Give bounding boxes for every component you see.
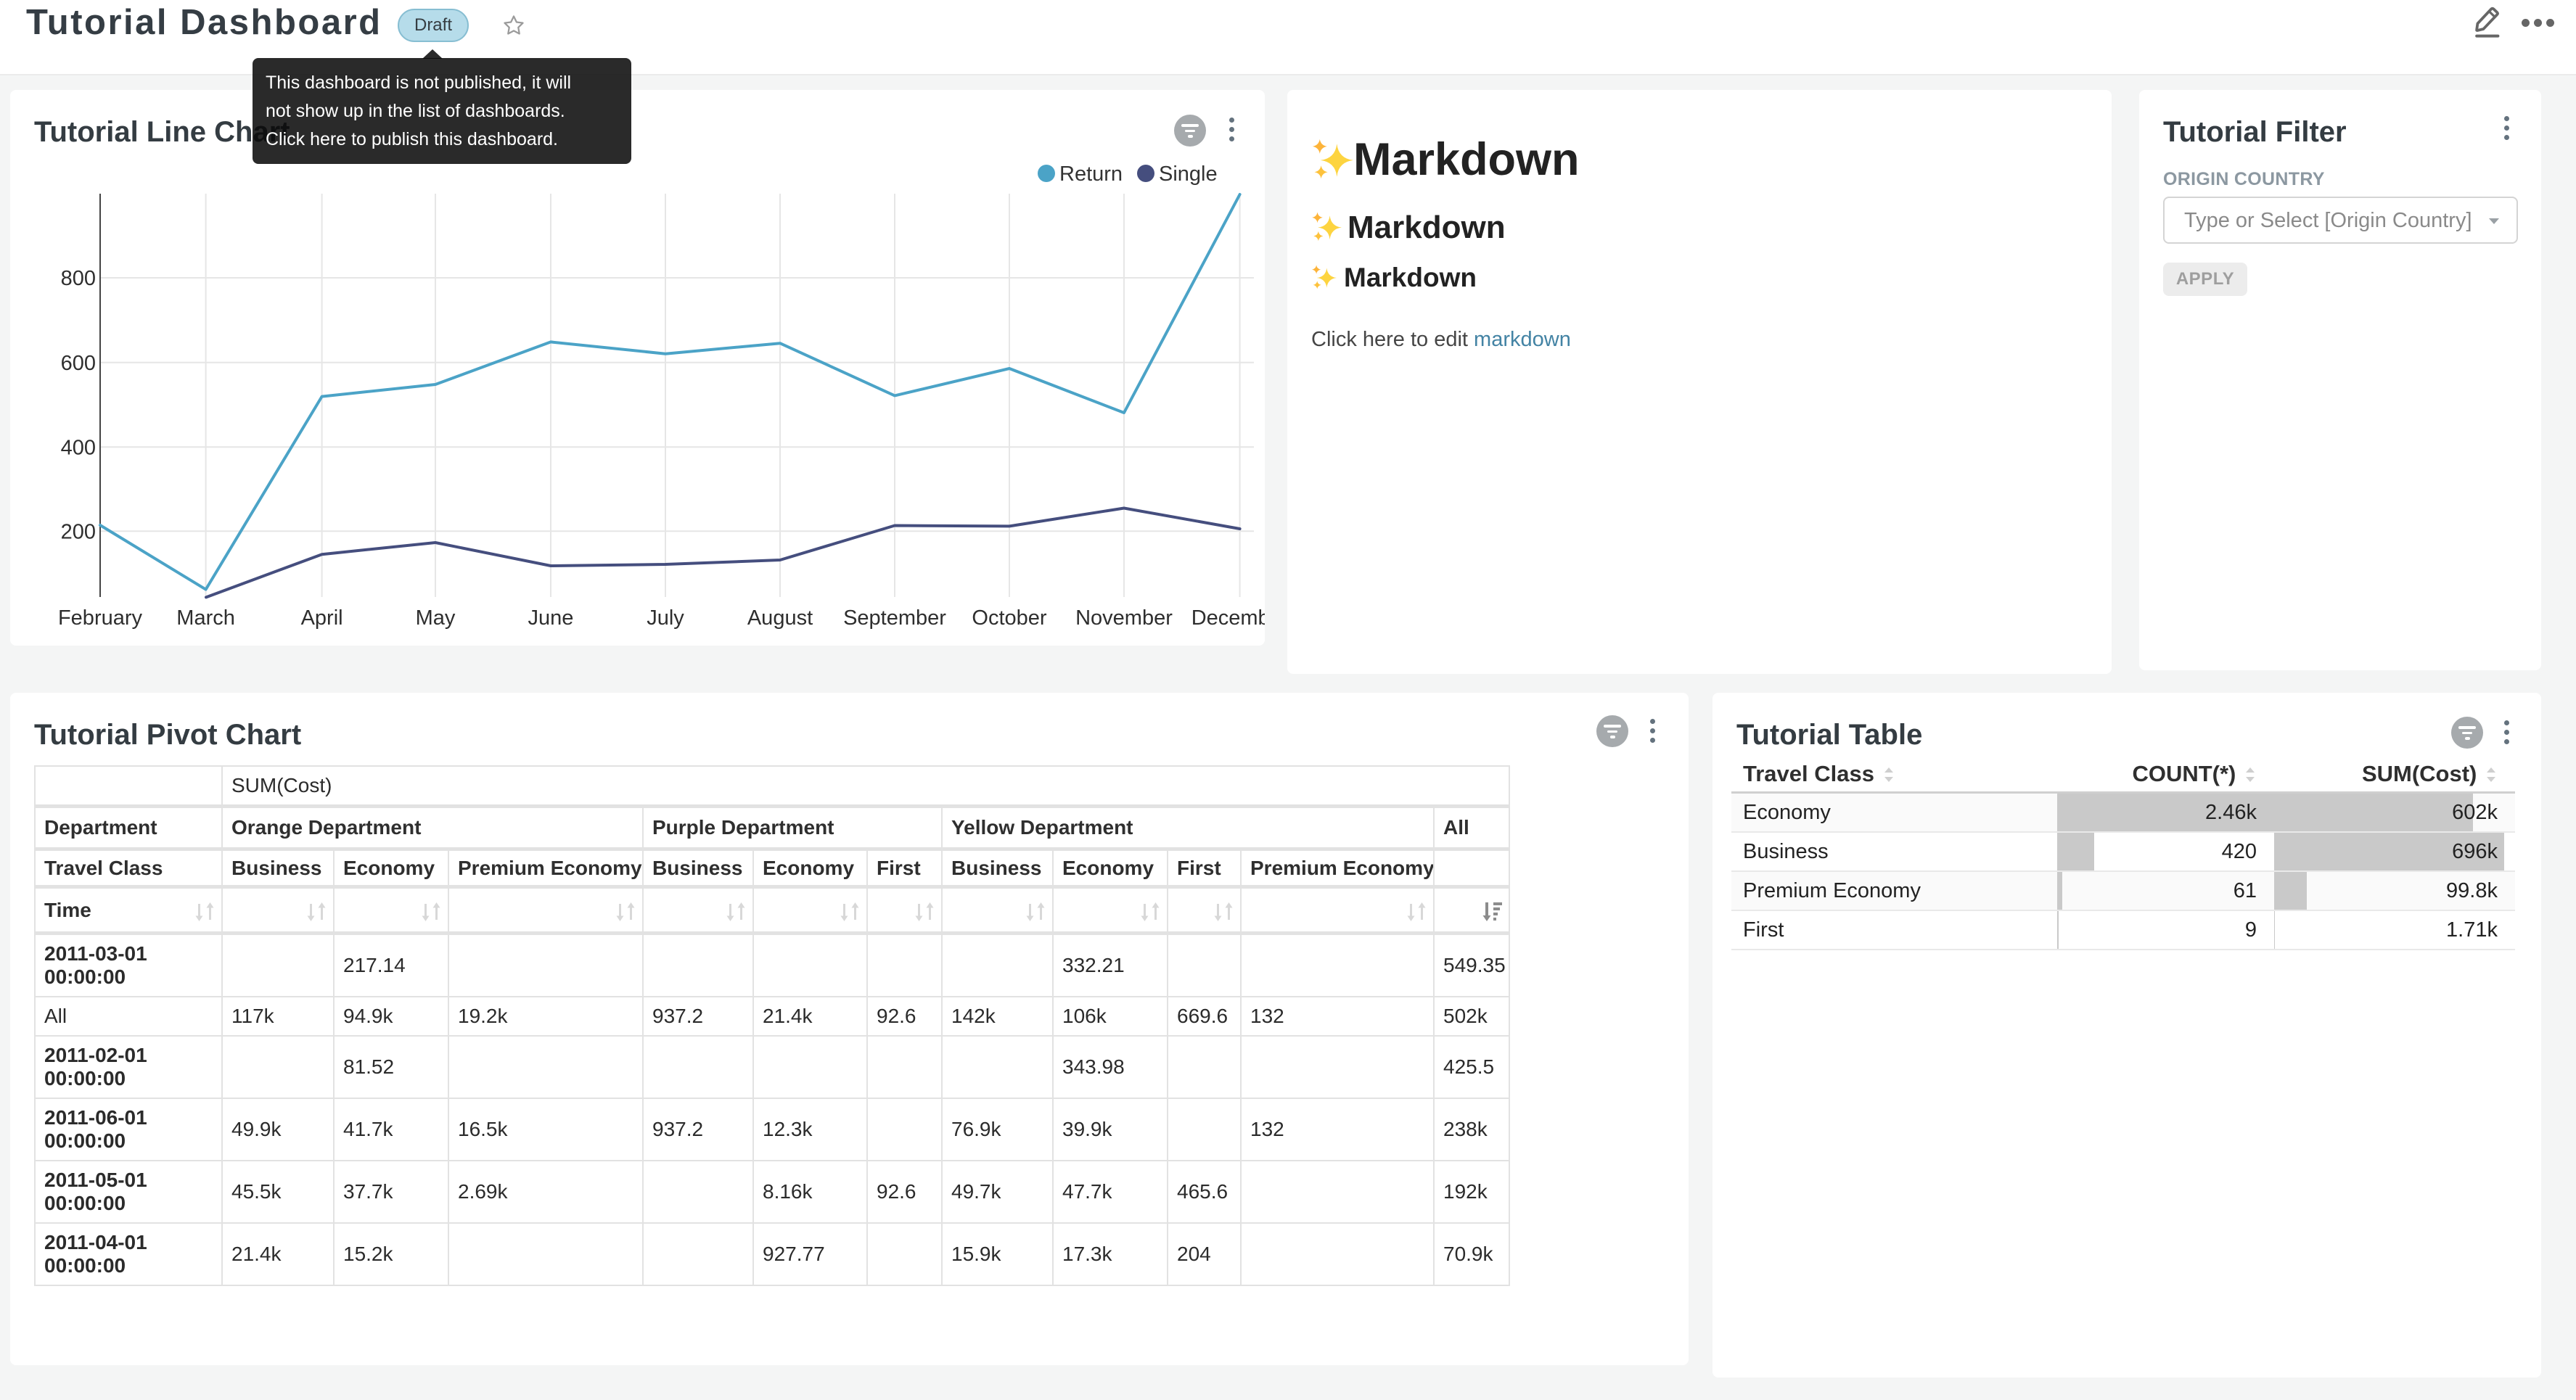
svg-text:July: July [647,606,684,630]
svg-text:June: June [528,606,574,630]
svg-text:200: 200 [61,520,96,543]
svg-text:400: 400 [61,436,96,459]
svg-text:September: September [843,606,946,630]
svg-text:May: May [416,606,456,630]
svg-text:600: 600 [61,352,96,375]
svg-text:800: 800 [61,267,96,290]
svg-text:Single: Single [1159,162,1218,186]
svg-text:August: August [747,606,813,630]
svg-text:February: February [58,606,143,630]
svg-text:November: November [1075,606,1173,630]
svg-text:April: April [301,606,343,630]
svg-text:December: December [1191,606,1265,630]
svg-text:Return: Return [1059,162,1123,186]
svg-text:October: October [972,606,1046,630]
svg-text:March: March [176,606,235,630]
